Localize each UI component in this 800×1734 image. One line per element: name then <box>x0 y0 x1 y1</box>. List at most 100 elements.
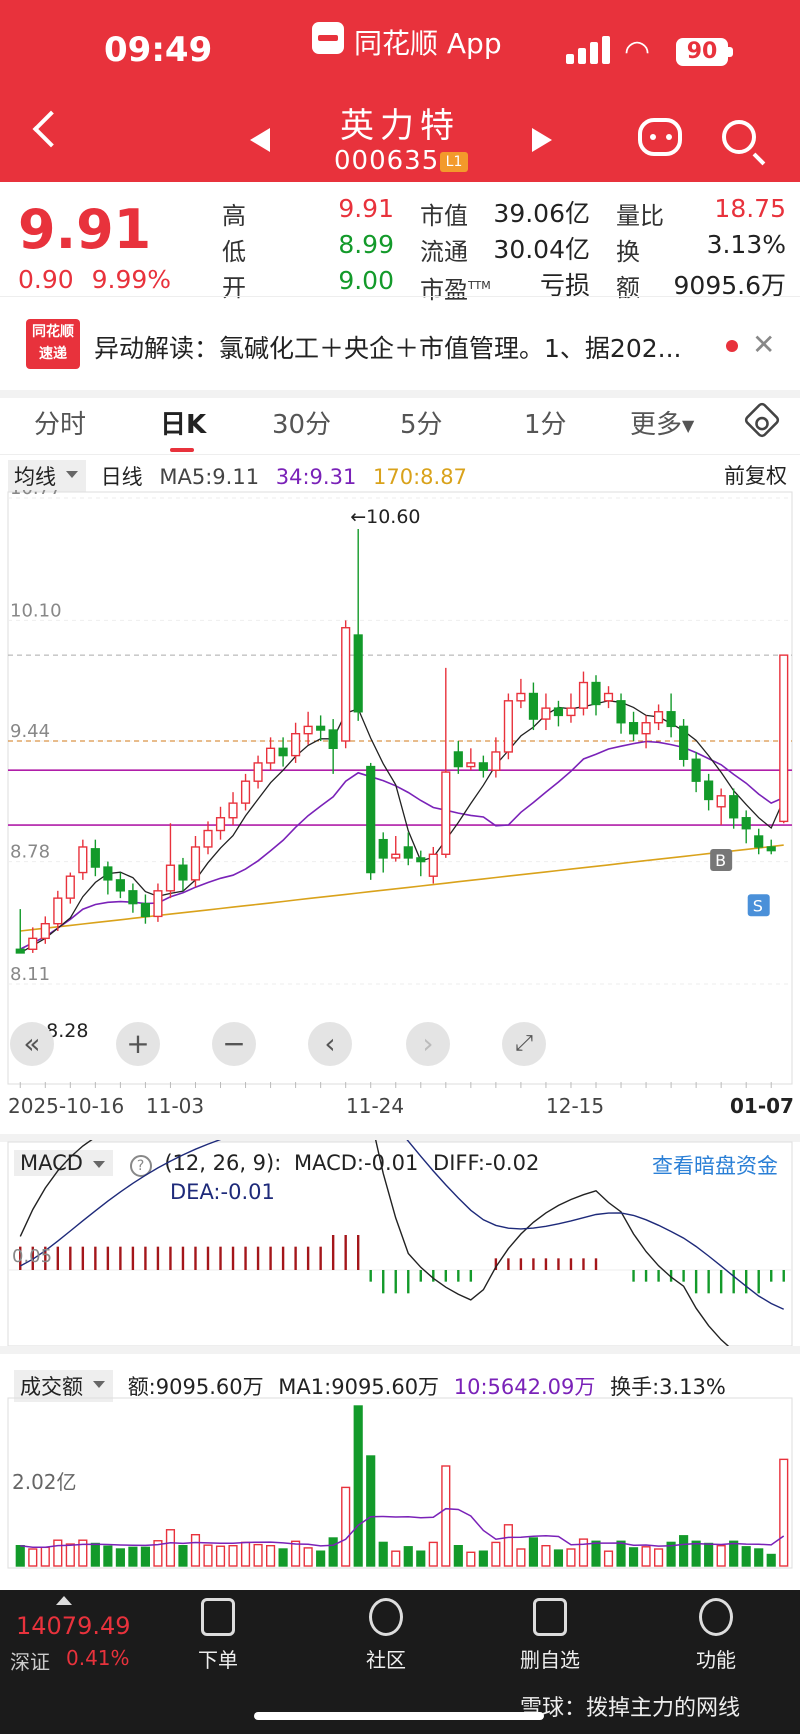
volume-bar <box>566 1548 576 1567</box>
candle-body <box>291 732 301 757</box>
volume-bar <box>766 1553 776 1567</box>
robot-assistant-icon[interactable] <box>638 118 682 156</box>
change-percent: 9.99% <box>91 265 172 294</box>
home-indicator <box>254 1712 544 1720</box>
kline-chart[interactable]: 10.7710.109.448.788.11←10.60←8.28BS <box>0 490 800 1120</box>
candle-body <box>478 762 488 771</box>
volume-bar <box>528 1537 538 1567</box>
candle-body <box>53 897 63 925</box>
adjust-mode-button[interactable]: 前复权 <box>724 460 787 490</box>
volume-bar <box>303 1547 313 1567</box>
volume-bar <box>704 1542 714 1567</box>
kline-legend: 均线 日线 MA5:9.11 34:9.31 170:8.87 <box>8 460 467 492</box>
nav-order[interactable]: 下单 <box>168 1598 268 1673</box>
index-value[interactable]: 14079.49 <box>16 1612 131 1640</box>
collapse-left-button[interactable]: « <box>10 1022 54 1066</box>
macd-chart[interactable] <box>0 1140 800 1350</box>
candle-body <box>641 722 651 735</box>
candle-body <box>516 692 526 702</box>
turnover-label: 换 <box>616 238 640 266</box>
candle-body <box>466 762 476 768</box>
volume-bar <box>65 1543 75 1567</box>
close-icon[interactable]: ✕ <box>752 328 775 361</box>
tab-1min[interactable]: 1分 <box>524 404 567 441</box>
x-label-start: 2025-10-16 <box>8 1094 125 1118</box>
candle-body <box>90 848 100 868</box>
diff-line <box>19 1140 734 1350</box>
candle-body <box>328 729 338 750</box>
price-change: 0.90 9.99% <box>18 265 171 294</box>
zoom-in-button[interactable]: + <box>116 1022 160 1066</box>
ma-indicator-dropdown[interactable]: 均线 <box>8 460 86 492</box>
candle-body <box>541 707 551 720</box>
low-label: 低 <box>222 238 246 266</box>
float-value: 30.04亿 <box>493 235 590 264</box>
tab-fenshi[interactable]: 分时 <box>34 404 86 441</box>
prev-stock-icon[interactable] <box>250 128 270 152</box>
candle-body <box>428 853 438 877</box>
volume-bar <box>165 1529 176 1567</box>
volume-bar <box>353 1405 363 1567</box>
candle-body <box>403 846 413 859</box>
candle-body <box>253 762 263 782</box>
nav-remove-watchlist[interactable]: 删自选 <box>500 1598 600 1673</box>
nav-community[interactable]: 社区 <box>336 1598 436 1673</box>
candle-body <box>603 692 614 702</box>
candle-body <box>453 751 463 768</box>
alert-banner[interactable]: 同花顺 速递 异动解读：氯碱化工＋央企＋市值管理。1、据202... <box>0 296 800 392</box>
candle-body <box>441 771 451 855</box>
candle-body <box>78 846 88 874</box>
volume-bar <box>228 1544 238 1567</box>
alert-logo-line2: 速递 <box>39 346 67 362</box>
alert-text[interactable]: 异动解读：氯碱化工＋央企＋市值管理。1、据202... <box>94 329 694 365</box>
search-icon[interactable] <box>722 120 756 154</box>
volume-bar <box>140 1546 150 1567</box>
candle-body <box>628 722 639 735</box>
zoom-out-button[interactable]: − <box>212 1022 256 1066</box>
vr-value: 18.75 <box>714 194 786 223</box>
candle-body <box>779 654 789 823</box>
change-value: 0.90 <box>18 265 74 294</box>
fullscreen-icon[interactable]: ⤢ <box>502 1022 546 1066</box>
volume-bar <box>654 1548 664 1567</box>
level-badge: L1 <box>440 152 468 172</box>
next-stock-icon[interactable] <box>532 128 552 152</box>
ma5-line <box>19 700 785 954</box>
volume-bar <box>691 1540 701 1567</box>
tab-30min[interactable]: 30分 <box>272 404 331 441</box>
x-label-end: 01-07 <box>730 1094 794 1118</box>
index-up-icon <box>56 1596 72 1605</box>
watermark: 雪球：拨掉主力的网线 <box>520 1696 741 1721</box>
back-icon[interactable] <box>32 110 70 148</box>
volume-y-label: 2.02亿 <box>12 1470 77 1494</box>
nav-community-label: 社区 <box>366 1648 406 1672</box>
chevron-down-icon: ▼ <box>682 416 695 435</box>
volume-bar <box>341 1486 351 1567</box>
volume-bar <box>416 1550 426 1567</box>
candle-body <box>716 795 726 808</box>
candle-body <box>353 634 363 713</box>
nav-functions[interactable]: 功能 <box>666 1598 766 1673</box>
candle-body <box>578 681 589 709</box>
candle-body <box>316 725 326 731</box>
volume-bar <box>591 1540 601 1567</box>
volume-chart[interactable] <box>0 1396 800 1572</box>
candle-body <box>203 829 213 848</box>
candle-body <box>378 838 388 859</box>
tab-5min[interactable]: 5分 <box>400 404 443 441</box>
volume-bar <box>716 1544 726 1567</box>
volume-bar <box>754 1548 764 1567</box>
tab-daily-k[interactable]: 日K <box>160 404 206 441</box>
volume-bar <box>266 1544 276 1567</box>
candle-body <box>566 707 576 717</box>
battery-icon: 90 <box>676 38 728 66</box>
x-label-1124: 11-24 <box>346 1094 405 1118</box>
candle-body <box>40 923 50 940</box>
candle-body <box>741 817 751 830</box>
settings-icon[interactable] <box>742 400 782 440</box>
scroll-left-button[interactable]: ‹ <box>308 1022 352 1066</box>
tab-more[interactable]: 更多▼ <box>630 404 694 441</box>
candle-body <box>28 937 38 950</box>
scroll-right-button[interactable]: › <box>406 1022 450 1066</box>
app-logo-icon <box>312 22 344 54</box>
